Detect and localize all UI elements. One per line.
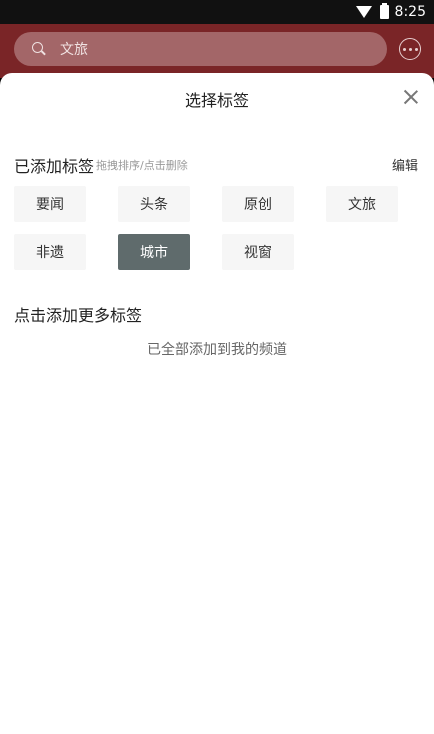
status-bar: 8:25 [0, 0, 434, 24]
added-tags-hint: 拖拽排序/点击删除 [96, 159, 188, 172]
search-placeholder: 文旅 [60, 42, 88, 58]
battery-icon [379, 3, 389, 19]
tag-yaowen[interactable]: 要闻 [14, 186, 86, 222]
tag-wenlv[interactable]: 文旅 [326, 186, 398, 222]
search-icon [32, 42, 46, 56]
status-icons: 8:25 [355, 0, 426, 24]
tag-shichuang[interactable]: 视窗 [222, 234, 294, 270]
status-time: 8:25 [394, 4, 426, 20]
all-added-message: 已全部添加到我的频道 [147, 342, 287, 358]
added-tags-label: 已添加标签 [14, 157, 95, 176]
more-tags-label: 点击添加更多标签 [14, 306, 143, 325]
more-dot [408, 47, 412, 51]
more-dot [414, 47, 418, 51]
edit-button[interactable]: 编辑 [392, 155, 418, 174]
more-dot [402, 47, 406, 51]
tag-chengshi[interactable]: 城市 [118, 234, 190, 270]
tag-selection-sheet: 选择标签 已添加标签 拖拽排序/点击删除 编辑 要闻 头条 原创 文旅 非遗 城… [0, 73, 434, 734]
search-input[interactable]: 文旅 [14, 32, 387, 66]
more-options-icon[interactable] [399, 38, 421, 60]
tag-toutiao[interactable]: 头条 [118, 186, 190, 222]
close-icon[interactable] [403, 89, 419, 105]
tag-yuanchuang[interactable]: 原创 [222, 186, 294, 222]
sheet-title: 选择标签 [184, 91, 249, 110]
app-header: 文旅 [0, 24, 434, 78]
tag-feiyi[interactable]: 非遗 [14, 234, 86, 270]
wifi-icon [355, 6, 372, 18]
